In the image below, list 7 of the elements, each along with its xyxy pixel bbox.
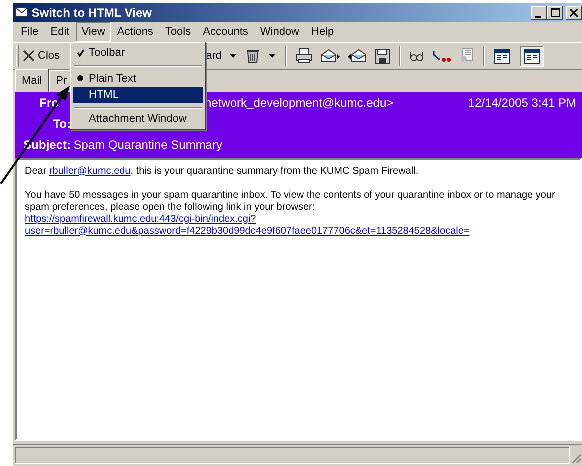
date-time: 12/14/2005 3:41 PM: [468, 95, 576, 112]
subject-text: Spam Quarantine Summary: [74, 136, 222, 154]
header-label: To:: [52, 116, 71, 133]
window-title: Switch to HTML View: [32, 4, 152, 22]
paragraph: You have 50 messages in your spam quarantine inbox. To view the contents of your quarantine inbox or to manage your spam preferences, please open the following link in your browser:: [25, 190, 556, 212]
sender-address: network_development@kumc.edu>: [205, 95, 394, 112]
paragraph: Dear rbuller@kumc.edu, this is your quarantine summary from the KUMC Spam Firewall.: [25, 166, 419, 176]
